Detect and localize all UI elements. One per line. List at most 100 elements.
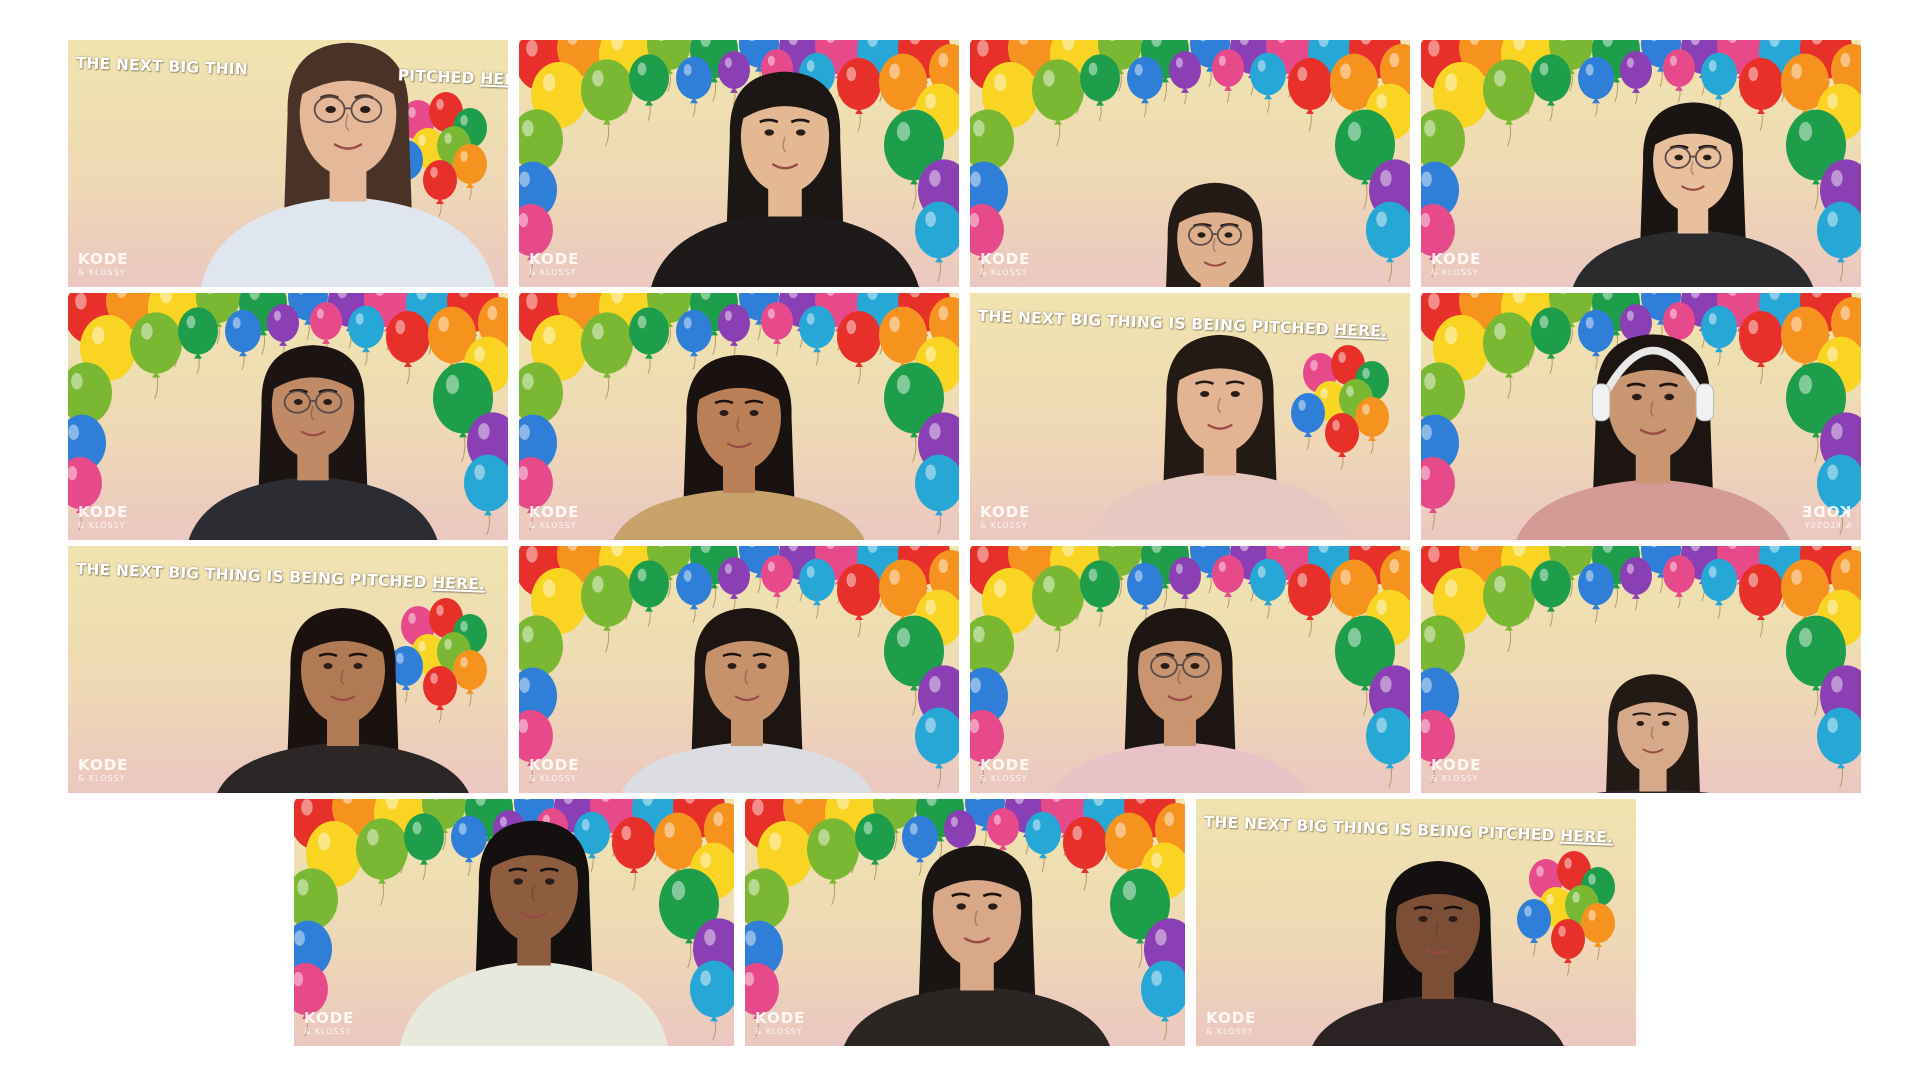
- balloon: [423, 665, 457, 723]
- tagline-emphasis: HERE.: [1559, 826, 1614, 847]
- participant-video: [613, 355, 865, 540]
- brand-name: KODE: [529, 503, 580, 521]
- brand-name: KODE: [529, 250, 580, 268]
- balloon: [1169, 51, 1201, 105]
- brand-logo: KODE & KLOSSY: [980, 252, 1030, 277]
- balloon: [1291, 392, 1325, 450]
- participant-video: [1312, 861, 1564, 1046]
- balloon: [1483, 59, 1535, 147]
- participant-tile[interactable]: THE NEXT BIG THING IS BEING PITCHED HERE…: [1196, 799, 1636, 1046]
- balloon-cluster: [389, 597, 487, 723]
- balloon: [761, 302, 793, 356]
- balloon: [1127, 56, 1163, 117]
- balloon: [1517, 898, 1551, 956]
- brand-name: KODE: [78, 756, 129, 774]
- brand-name: KODE: [78, 503, 129, 521]
- brand-name: KODE: [1431, 756, 1482, 774]
- balloon: [837, 311, 881, 385]
- participant-tile[interactable]: KODE & KLOSSY: [1421, 40, 1861, 287]
- brand-sub: & KLOSSY: [529, 774, 577, 783]
- participant-tile[interactable]: KODE & KLOSSY: [1421, 546, 1861, 793]
- brand-logo: KODE & KLOSSY: [78, 505, 128, 530]
- balloon: [1366, 201, 1410, 282]
- participant-tile[interactable]: KODE & KLOSSY: [68, 293, 508, 540]
- balloon: [761, 555, 793, 609]
- brand-sub: & KLOSSY: [78, 521, 126, 530]
- brand-sub: & KLOSSY: [529, 521, 577, 530]
- brand-logo: KODE & KLOSSY: [529, 758, 579, 783]
- participant-tile[interactable]: KODE & KLOSSY: [294, 799, 734, 1046]
- brand-logo: KODE & KLOSSY: [1431, 252, 1481, 277]
- balloon: [676, 562, 712, 623]
- balloon: [1080, 54, 1120, 122]
- balloon: [718, 557, 750, 611]
- participant-tile[interactable]: KODE & KLOSSY: [745, 799, 1185, 1046]
- balloon-cluster: [1517, 850, 1615, 976]
- balloon: [799, 305, 835, 366]
- balloon: [1739, 564, 1783, 638]
- balloon: [581, 59, 633, 147]
- balloon: [1578, 56, 1614, 117]
- virtual-background: [519, 40, 959, 287]
- balloon: [1212, 49, 1244, 103]
- balloon: [178, 307, 218, 375]
- brand-logo: KODE & KLOSSY: [1431, 758, 1481, 783]
- balloon: [629, 560, 669, 628]
- balloon: [1212, 555, 1244, 609]
- balloon: [1578, 562, 1614, 623]
- participant-tile[interactable]: KODE & KLOSSY: [1421, 293, 1861, 540]
- brand-sub: & KLOSSY: [78, 268, 126, 277]
- balloon: [629, 307, 669, 375]
- virtual-background: [1421, 546, 1861, 793]
- balloon: [855, 813, 895, 881]
- balloon: [423, 159, 457, 217]
- brand-sub: & KLOSSY: [755, 1027, 803, 1036]
- brand-name: KODE: [304, 1009, 355, 1027]
- brand-sub: & KLOSSY: [980, 268, 1028, 277]
- balloon: [404, 813, 444, 881]
- participant-tile[interactable]: THE NEXT BIG THING IS BEING PITCHED HERE…: [68, 546, 508, 793]
- participant-video: [1166, 182, 1264, 287]
- brand-logo: KODE & KLOSSY: [529, 505, 579, 530]
- virtual-background: [970, 546, 1410, 793]
- participant-video: [188, 345, 438, 540]
- balloon: [1663, 49, 1695, 103]
- balloon: [915, 454, 959, 535]
- balloon: [453, 143, 487, 201]
- virtual-background: [519, 293, 959, 540]
- virtual-background: [294, 799, 734, 1046]
- brand-logo: KODE & KLOSSY: [529, 252, 579, 277]
- balloon: [348, 305, 384, 366]
- participant-tile[interactable]: KODE & KLOSSY: [970, 40, 1410, 287]
- balloon: [1032, 59, 1084, 147]
- participant-video: [1572, 102, 1814, 287]
- balloon: [453, 649, 487, 707]
- brand-name: KODE: [529, 756, 580, 774]
- brand-sub: & KLOSSY: [1431, 268, 1479, 277]
- brand-name: KODE: [980, 250, 1031, 268]
- participant-tile[interactable]: KODE & KLOSSY: [519, 546, 959, 793]
- brand-logo: KODE & KLOSSY: [78, 758, 128, 783]
- balloon: [629, 54, 669, 122]
- balloon: [1080, 560, 1120, 628]
- balloon: [581, 312, 633, 400]
- balloon: [1701, 52, 1737, 113]
- brand-logo: KODE & KLOSSY: [1206, 1011, 1256, 1036]
- participant-tile[interactable]: THE NEXT BIG THING IS BEING PITCHED HERE…: [970, 293, 1410, 540]
- virtual-background: [745, 799, 1185, 1046]
- balloon: [799, 558, 835, 619]
- balloon: [1025, 811, 1061, 872]
- balloon: [1531, 54, 1571, 122]
- participant-tile[interactable]: THE NEXT BIG THIN PITCHED HERE. KODE & KLOS…: [68, 40, 508, 287]
- participant-tile[interactable]: KODE & KLOSSY: [519, 40, 959, 287]
- brand-sub: & KLOSSY: [304, 1027, 352, 1036]
- brand-sub: & KLOSSY: [980, 521, 1028, 530]
- balloon: [1701, 558, 1737, 619]
- balloon: [1288, 58, 1332, 132]
- participant-tile[interactable]: KODE & KLOSSY: [519, 293, 959, 540]
- tagline-right: PITCHED: [397, 66, 481, 88]
- balloon: [1250, 558, 1286, 619]
- participant-tile[interactable]: KODE & KLOSSY: [970, 546, 1410, 793]
- brand-name: KODE: [1431, 250, 1482, 268]
- balloon: [386, 311, 430, 385]
